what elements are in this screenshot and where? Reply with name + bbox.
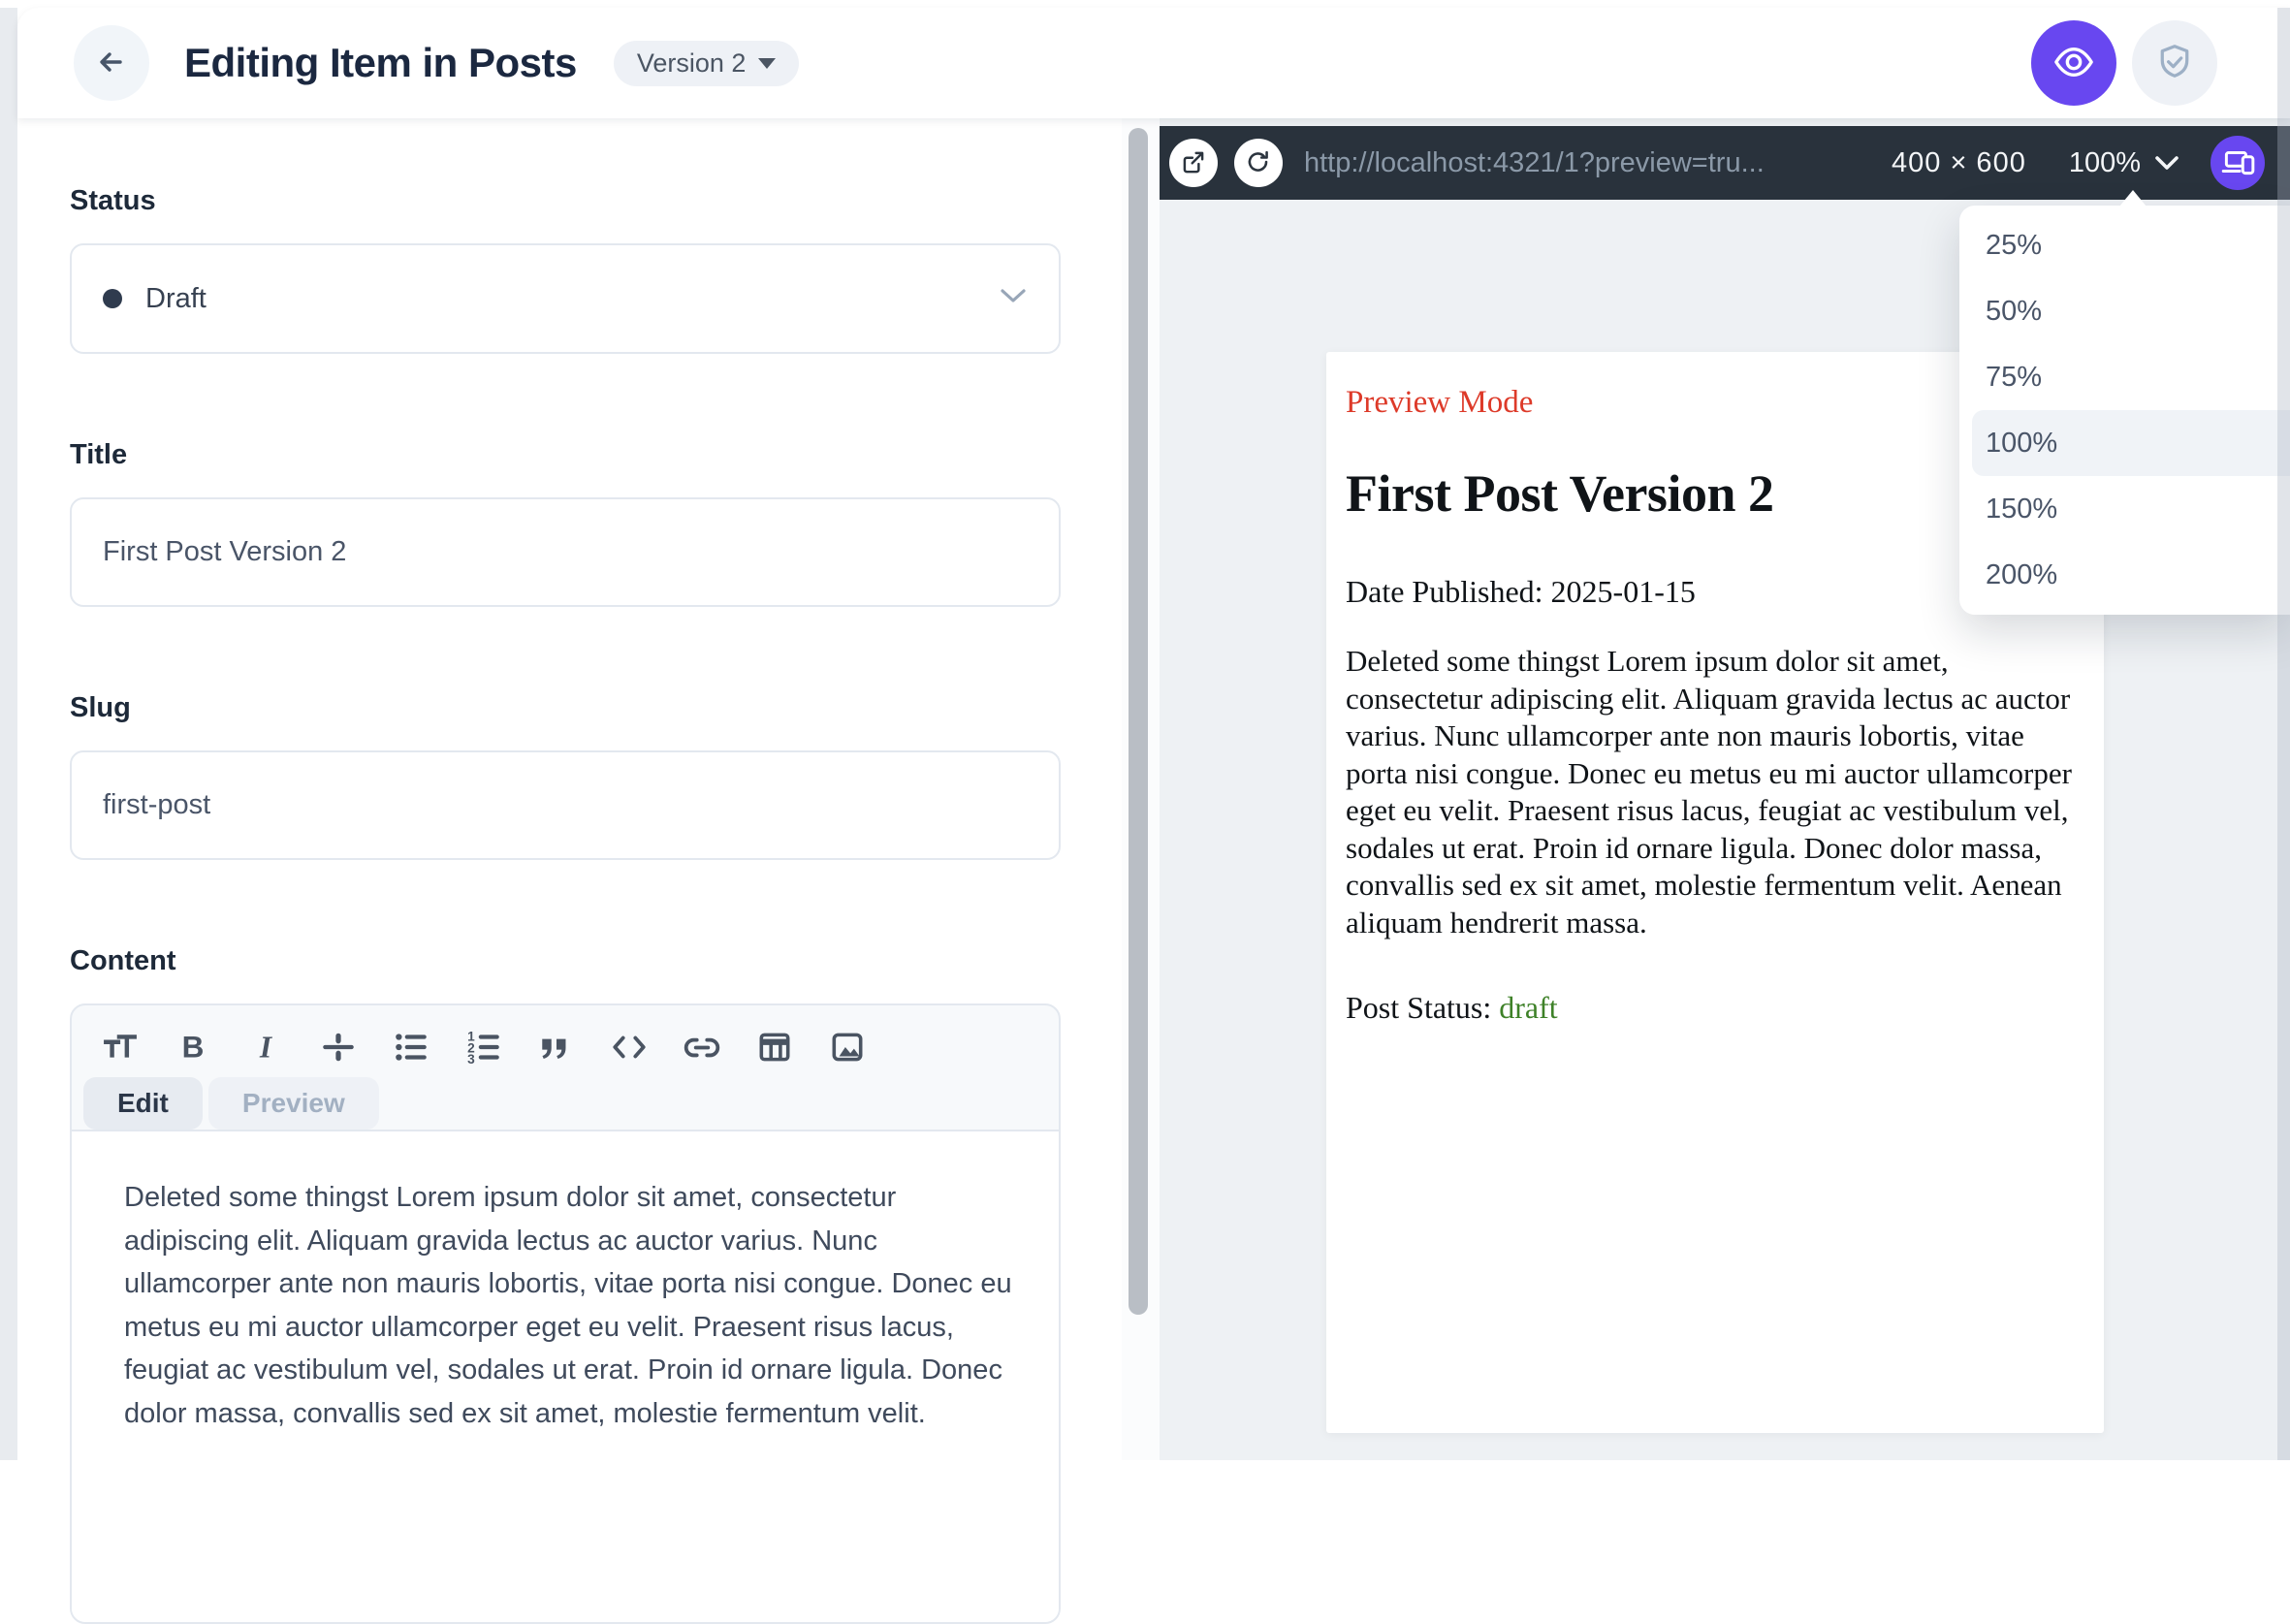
back-arrow-icon [92,43,131,84]
tab-preview[interactable]: Preview [208,1077,379,1130]
open-in-new-button[interactable] [1169,139,1218,187]
title-input-value: First Post Version 2 [103,536,346,568]
refresh-button[interactable] [1234,139,1283,187]
preview-status-line: Post Status: draft [1346,990,2086,1026]
window-scrollbar[interactable] [2277,8,2290,1460]
preview-dimensions: 400 × 600 [1892,147,2026,179]
svg-text:3: 3 [467,1051,475,1066]
table-button[interactable] [755,1029,794,1067]
page-title: Editing Item in Posts [184,40,577,86]
form-scrollbar-thumb[interactable] [1129,128,1148,1315]
blockquote-icon [537,1028,576,1069]
bold-button[interactable]: B [174,1029,212,1067]
italic-icon: I [246,1028,285,1069]
preview-status-value: draft [1499,990,1557,1025]
chevron-down-icon [2154,147,2179,179]
image-icon [828,1028,867,1069]
title-input[interactable]: First Post Version 2 [70,497,1061,607]
eye-icon [2051,40,2096,87]
version-dropdown[interactable]: Version 2 [614,41,800,86]
text-size-icon [101,1028,140,1069]
page-left-margin [0,8,17,1460]
version-label: Version 2 [637,48,747,79]
shield-check-icon [2153,41,2196,86]
bullet-list-button[interactable] [392,1029,430,1067]
back-button[interactable] [74,25,149,101]
preview-pane: http://localhost:4321/1?preview=tru... 4… [1160,118,2290,1460]
zoom-menu-caret [2119,190,2147,207]
chevron-down-icon [999,287,1028,311]
zoom-option[interactable]: 150% [1959,476,2290,542]
preview-toolbar: http://localhost:4321/1?preview=tru... 4… [1160,126,2290,200]
italic-button[interactable]: I [246,1029,285,1067]
title-label: Title [70,439,1122,471]
zoom-option[interactable]: 200% [1959,542,2290,608]
preview-status-label: Post Status: [1346,990,1499,1025]
chevron-down-icon [758,58,776,69]
table-icon [755,1028,794,1069]
status-value: Draft [145,283,207,315]
svg-text:B: B [182,1029,205,1064]
devices-icon [2219,143,2256,183]
svg-text:I: I [259,1030,273,1064]
code-button[interactable] [610,1029,649,1067]
zoom-value: 100% [2069,147,2141,179]
link-icon [683,1028,721,1069]
app-header: Editing Item in Posts Version 2 [17,8,2290,118]
ordered-list-button[interactable]: 1 2 3 [464,1029,503,1067]
slug-label: Slug [70,692,1122,724]
status-label: Status [70,185,1122,217]
validation-button[interactable] [2132,20,2217,106]
open-in-new-icon [1179,147,1208,179]
strikethrough-icon [319,1028,358,1069]
ordered-list-icon: 1 2 3 [464,1028,503,1069]
blockquote-button[interactable] [537,1029,576,1067]
zoom-option[interactable]: 100% [1972,410,2290,476]
strikethrough-button[interactable] [319,1029,358,1067]
slug-input-value: first-post [103,789,210,821]
preview-body-text: Deleted some thingst Lorem ipsum dolor s… [1346,643,2086,941]
zoom-option[interactable]: 50% [1959,278,2290,344]
zoom-select[interactable]: 100% [2069,147,2179,179]
status-dot-icon [103,289,122,308]
preview-url[interactable]: http://localhost:4321/1?preview=tru... [1304,147,1765,179]
editor-toolbar: B I [72,1005,1059,1075]
content-label: Content [70,945,1122,977]
bold-icon: B [174,1028,212,1069]
form-scrollbar-track[interactable] [1122,118,1160,1460]
code-icon [610,1028,649,1069]
device-size-button[interactable] [2210,136,2265,190]
text-size-button[interactable] [101,1029,140,1067]
zoom-option[interactable]: 75% [1959,344,2290,410]
refresh-icon [1244,147,1273,179]
zoom-option[interactable]: 25% [1959,212,2290,278]
bullet-list-icon [392,1028,430,1069]
content-textarea[interactable]: Deleted some thingst Lorem ipsum dolor s… [72,1131,1059,1624]
status-select[interactable]: Draft [70,243,1061,354]
link-button[interactable] [683,1029,721,1067]
edit-form-panel: Status Draft Title First Post Version 2 … [17,118,1122,1460]
slug-input[interactable]: first-post [70,750,1061,860]
image-button[interactable] [828,1029,867,1067]
zoom-menu: 25% 50% 75% 100% 150% 200% [1959,206,2290,615]
preview-toggle-button[interactable] [2031,20,2116,106]
tab-edit[interactable]: Edit [83,1077,203,1130]
editor-tab-bar: Edit Preview [72,1077,1059,1130]
content-editor: B I [70,1003,1061,1624]
